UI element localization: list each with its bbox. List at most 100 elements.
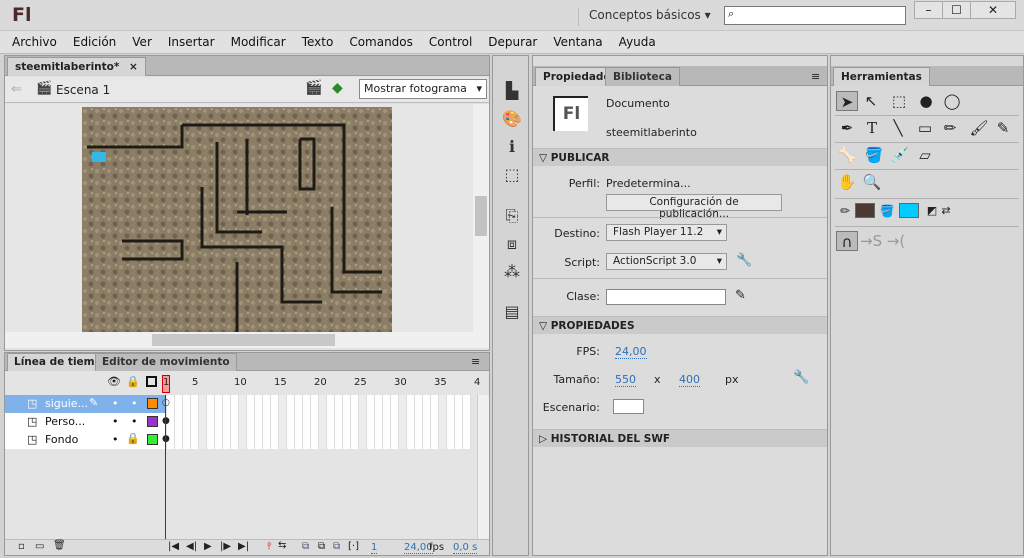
frame-cell[interactable]	[423, 395, 431, 413]
visible-dot[interactable]: •	[112, 433, 119, 446]
frame-cell[interactable]	[263, 413, 271, 431]
frame-cell[interactable]	[303, 413, 311, 431]
help-search-input[interactable]: ⌕	[724, 6, 906, 25]
publish-settings-button[interactable]: Configuración de publicación...	[606, 194, 782, 220]
layer-color-swatch[interactable]	[147, 416, 158, 427]
info-icon[interactable]: ℹ	[502, 137, 522, 157]
frame-cell[interactable]	[391, 395, 399, 413]
frame-cell[interactable]	[439, 395, 447, 413]
pen-tool-icon[interactable]: ✒	[836, 118, 858, 138]
brush-tool-icon[interactable]: 🖌	[968, 118, 990, 138]
frame-cell[interactable]	[367, 413, 375, 431]
section-publicar[interactable]: ▽ PUBLICAR	[533, 148, 827, 166]
selection-tool-icon[interactable]: ➤	[836, 91, 858, 111]
frame-cell[interactable]	[455, 413, 463, 431]
step-forward-icon[interactable]: |▶	[220, 541, 231, 552]
frame-cell[interactable]	[175, 395, 183, 413]
frame-cell[interactable]	[455, 395, 463, 413]
new-folder-icon[interactable]: ▭	[35, 541, 44, 552]
frame-cell[interactable]	[351, 413, 359, 431]
3d-rotation-tool-icon[interactable]: ●	[915, 91, 937, 111]
menu-comandos[interactable]: Comandos	[341, 31, 421, 53]
frame-cell[interactable]	[431, 413, 439, 431]
frame-cell[interactable]	[383, 431, 391, 449]
frame-cell[interactable]	[263, 431, 271, 449]
current-frame-value[interactable]: 1	[371, 542, 378, 554]
frame-cell[interactable]	[311, 431, 319, 449]
frame-cell[interactable]	[215, 413, 223, 431]
frame-cell[interactable]	[255, 431, 263, 449]
menu-insertar[interactable]: Insertar	[160, 31, 223, 53]
frame-cell[interactable]	[271, 431, 279, 449]
frame-cell[interactable]	[463, 413, 471, 431]
frame-cell[interactable]	[311, 413, 319, 431]
first-frame-icon[interactable]: |◀	[168, 541, 179, 552]
onion-skin-icon[interactable]: ⧉	[302, 541, 309, 552]
frame-cell[interactable]	[359, 413, 367, 431]
text-tool-icon[interactable]: T	[861, 118, 883, 138]
layer-color-swatch[interactable]	[147, 398, 158, 409]
layer-name[interactable]: siguie...	[45, 397, 88, 410]
swap-colors-icon[interactable]: ⇄	[935, 201, 957, 221]
frame-cell[interactable]	[191, 413, 199, 431]
menu-archivo[interactable]: Archivo	[4, 31, 65, 53]
timeline-scrollbar[interactable]	[477, 395, 489, 541]
section-historial-swf[interactable]: ▷ HISTORIAL DEL SWF	[533, 429, 827, 447]
frame-cell[interactable]	[199, 395, 207, 413]
time-value[interactable]: 0,0 s	[453, 542, 478, 554]
stroke-color-swatch[interactable]	[855, 203, 875, 218]
tab-library[interactable]: Biblioteca	[605, 67, 680, 86]
frame-cell[interactable]	[431, 431, 439, 449]
paint-bucket-tool-icon[interactable]: 🪣	[863, 145, 885, 165]
stage-area[interactable]	[5, 104, 473, 332]
frame-cell[interactable]	[239, 413, 247, 431]
frame-cell[interactable]	[407, 395, 415, 413]
visible-dot[interactable]: •	[112, 415, 119, 428]
frame-cell[interactable]	[271, 413, 279, 431]
frame-cell[interactable]	[407, 413, 415, 431]
frame-cell[interactable]	[423, 413, 431, 431]
maximize-button[interactable]: ☐	[942, 1, 971, 19]
frame-cell[interactable]	[335, 431, 343, 449]
frame-cell[interactable]	[319, 395, 327, 413]
free-transform-tool-icon[interactable]: ⬚	[888, 91, 910, 111]
frame-cell[interactable]	[463, 431, 471, 449]
menu-depurar[interactable]: Depurar	[480, 31, 545, 53]
pencil-tool-icon[interactable]: ✏	[939, 118, 961, 138]
minimize-button[interactable]: –	[914, 1, 943, 19]
frame-cell[interactable]	[375, 413, 383, 431]
outline-icon[interactable]	[146, 376, 157, 387]
frame-cell[interactable]	[199, 413, 207, 431]
frame-cell[interactable]	[343, 431, 351, 449]
frame-cell[interactable]	[415, 413, 423, 431]
frame-cell[interactable]	[183, 431, 191, 449]
frame-cell[interactable]	[255, 413, 263, 431]
frame-cell[interactable]	[223, 395, 231, 413]
frame-cell[interactable]	[415, 395, 423, 413]
delete-trash-icon[interactable]: 🗑	[53, 540, 66, 551]
frame-cell[interactable]	[247, 395, 255, 413]
frame-cell[interactable]	[391, 413, 399, 431]
frame-cell[interactable]	[399, 413, 407, 431]
frame-cell[interactable]	[351, 431, 359, 449]
frame-cell[interactable]	[319, 431, 327, 449]
frame-cell[interactable]	[447, 395, 455, 413]
frame-cell[interactable]	[343, 395, 351, 413]
frame-cell[interactable]	[399, 431, 407, 449]
play-icon[interactable]: ▶	[204, 541, 212, 552]
document-tab[interactable]: steemitlaberinto* ×	[7, 57, 146, 76]
frame-cell[interactable]	[375, 395, 383, 413]
frame-cell[interactable]	[287, 431, 295, 449]
frame-cell[interactable]	[319, 413, 327, 431]
lock-dot[interactable]: •	[131, 415, 138, 428]
menu-modificar[interactable]: Modificar	[223, 31, 294, 53]
step-back-icon[interactable]: ◀|	[186, 541, 197, 552]
frame-cell[interactable]	[447, 413, 455, 431]
menu-edicion[interactable]: Edición	[65, 31, 124, 53]
frame-cell[interactable]	[351, 395, 359, 413]
menu-ventana[interactable]: Ventana	[545, 31, 610, 53]
close-button[interactable]: ✕	[970, 1, 1016, 19]
pencil-edit-icon[interactable]: ✎	[735, 288, 746, 303]
subselection-tool-icon[interactable]: ↖	[860, 91, 882, 111]
class-input[interactable]	[606, 289, 726, 305]
